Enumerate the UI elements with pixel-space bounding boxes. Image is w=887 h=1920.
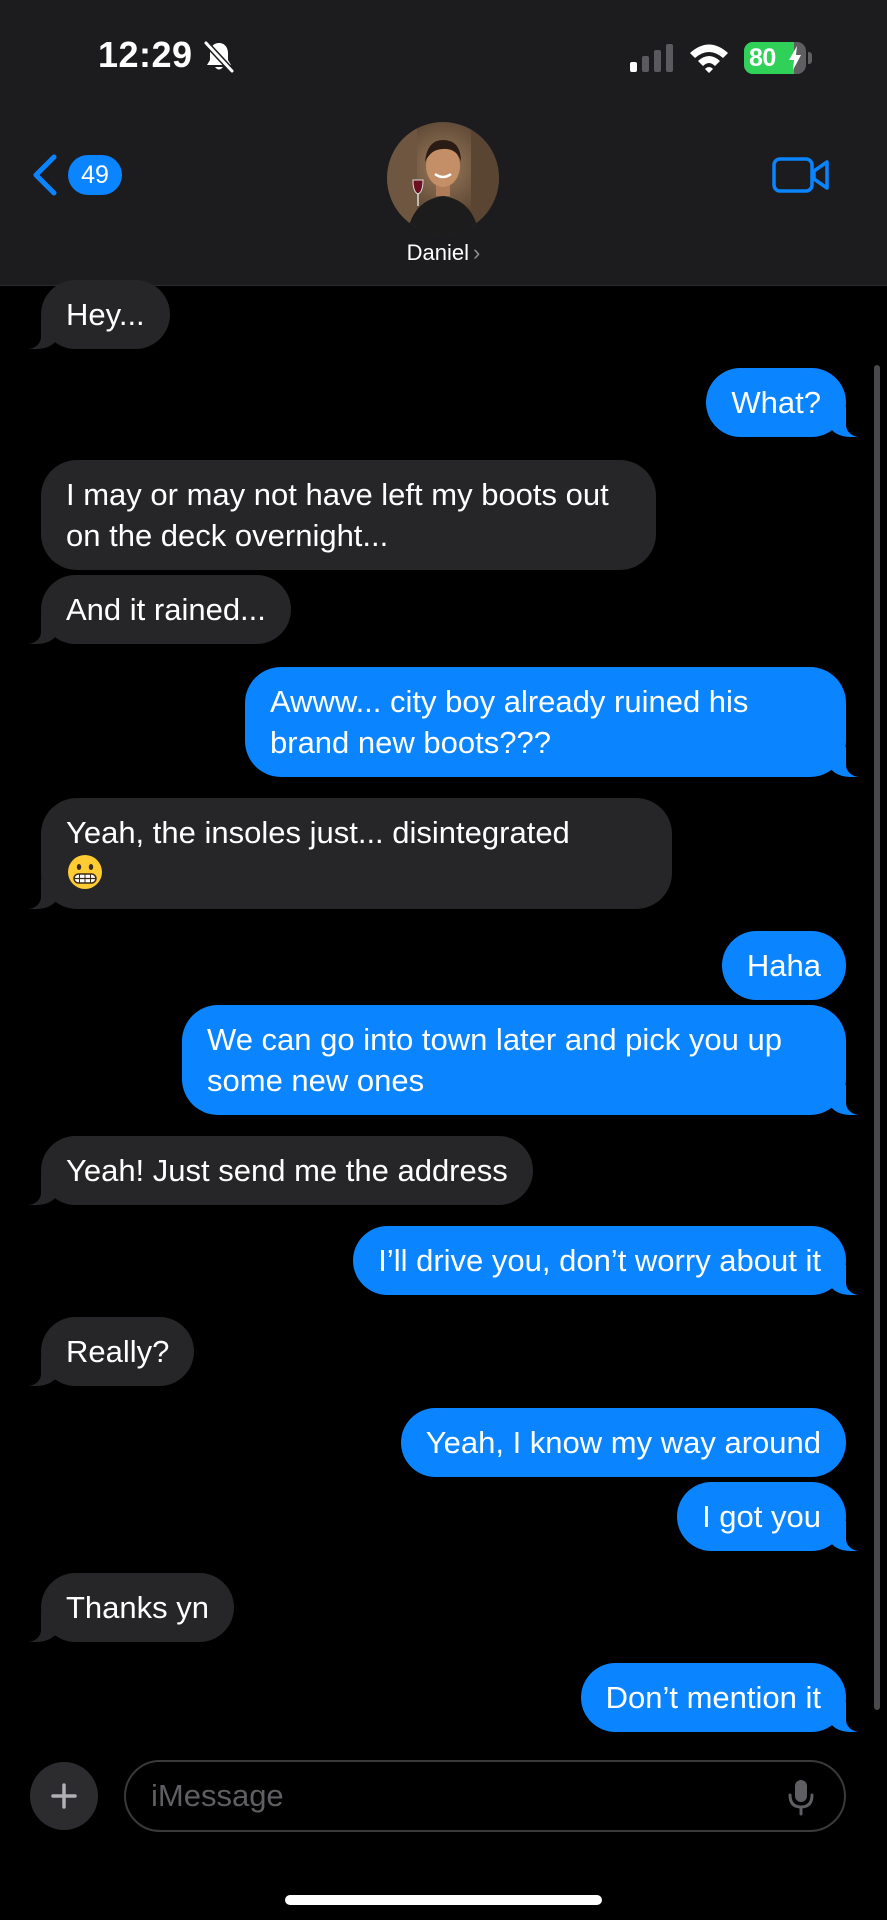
home-indicator[interactable] <box>285 1895 602 1905</box>
message-bubble-incoming[interactable]: Yeah, the insoles just... disintegrated <box>21 798 672 909</box>
message-text: Yeah! Just send me the address <box>66 1153 508 1188</box>
charging-bolt-icon <box>789 46 801 70</box>
wifi-icon <box>690 44 728 73</box>
battery-percent: 80 <box>749 44 776 72</box>
avatar-photo <box>387 122 499 234</box>
battery-icon: 80 <box>744 42 806 74</box>
message-text: Awww... city boy already ruined his bran… <box>270 684 749 760</box>
message-text: What? <box>731 385 821 420</box>
cellular-signal-icon <box>630 44 673 72</box>
message-text: Thanks yn <box>66 1590 210 1625</box>
apps-plus-button[interactable] <box>30 1762 98 1830</box>
grimacing-face-emoji <box>68 855 102 889</box>
message-bubble-incoming[interactable]: Yeah! Just send me the address <box>21 1136 533 1205</box>
unread-count-badge: 49 <box>68 155 122 195</box>
status-time: 12:29 <box>98 34 193 75</box>
message-bubble-outgoing[interactable]: We can go into town later and pick you u… <box>182 1005 866 1115</box>
message-bubble-incoming[interactable]: Hey... <box>21 280 170 349</box>
conversation-header: 12:29 80 49 Daniel › <box>0 0 887 286</box>
message-text: Yeah, the insoles just... disintegrated <box>66 815 570 892</box>
message-bubble-outgoing[interactable]: Yeah, I know my way around <box>400 1408 846 1477</box>
message-bubble-outgoing[interactable]: I’ll drive you, don’t worry about it <box>353 1226 866 1295</box>
imessage-input[interactable] <box>124 1760 846 1832</box>
video-camera-icon[interactable] <box>772 156 830 194</box>
message-bubble-outgoing[interactable]: Don’t mention it <box>580 1663 867 1732</box>
message-bubble-outgoing[interactable]: Awww... city boy already ruined his bran… <box>245 667 866 777</box>
message-text: I got you <box>702 1499 821 1534</box>
message-text: Yeah, I know my way around <box>425 1425 821 1460</box>
microphone-icon[interactable] <box>786 1778 816 1816</box>
message-text: I may or may not have left my boots out … <box>66 477 609 553</box>
message-text: And it rained... <box>66 592 266 627</box>
message-text: We can go into town later and pick you u… <box>207 1022 782 1098</box>
contact-name: Daniel <box>406 240 470 265</box>
message-bubble-incoming[interactable]: Thanks yn <box>20 1573 235 1642</box>
scroll-indicator[interactable] <box>874 365 880 1710</box>
chevron-right-icon: › <box>473 240 481 265</box>
message-bubble-outgoing[interactable]: What? <box>706 368 866 437</box>
message-bubble-outgoing[interactable]: Haha <box>721 931 846 1000</box>
message-bubble-outgoing[interactable]: I got you <box>677 1482 866 1551</box>
back-button[interactable]: 49 <box>30 150 122 200</box>
message-text: I’ll drive you, don’t worry about it <box>378 1243 821 1278</box>
plus-icon <box>51 1783 77 1809</box>
bell-slash-icon <box>203 40 235 74</box>
message-text: Don’t mention it <box>605 1680 821 1715</box>
chevron-left-icon <box>33 154 57 196</box>
battery-nub <box>808 52 812 64</box>
message-text: Haha <box>746 948 821 983</box>
message-thread[interactable]: Hey... What? I may or may not have left … <box>0 280 887 1745</box>
message-text: Hey... <box>66 297 145 332</box>
message-bubble-incoming[interactable]: And it rained... <box>21 575 291 644</box>
message-text: Really? <box>66 1334 170 1369</box>
contact-name-button[interactable]: Daniel › <box>0 240 887 266</box>
message-bubble-incoming[interactable]: I may or may not have left my boots out … <box>41 460 656 570</box>
message-bubble-incoming[interactable]: Really? <box>20 1317 195 1386</box>
contact-avatar[interactable] <box>387 122 499 234</box>
